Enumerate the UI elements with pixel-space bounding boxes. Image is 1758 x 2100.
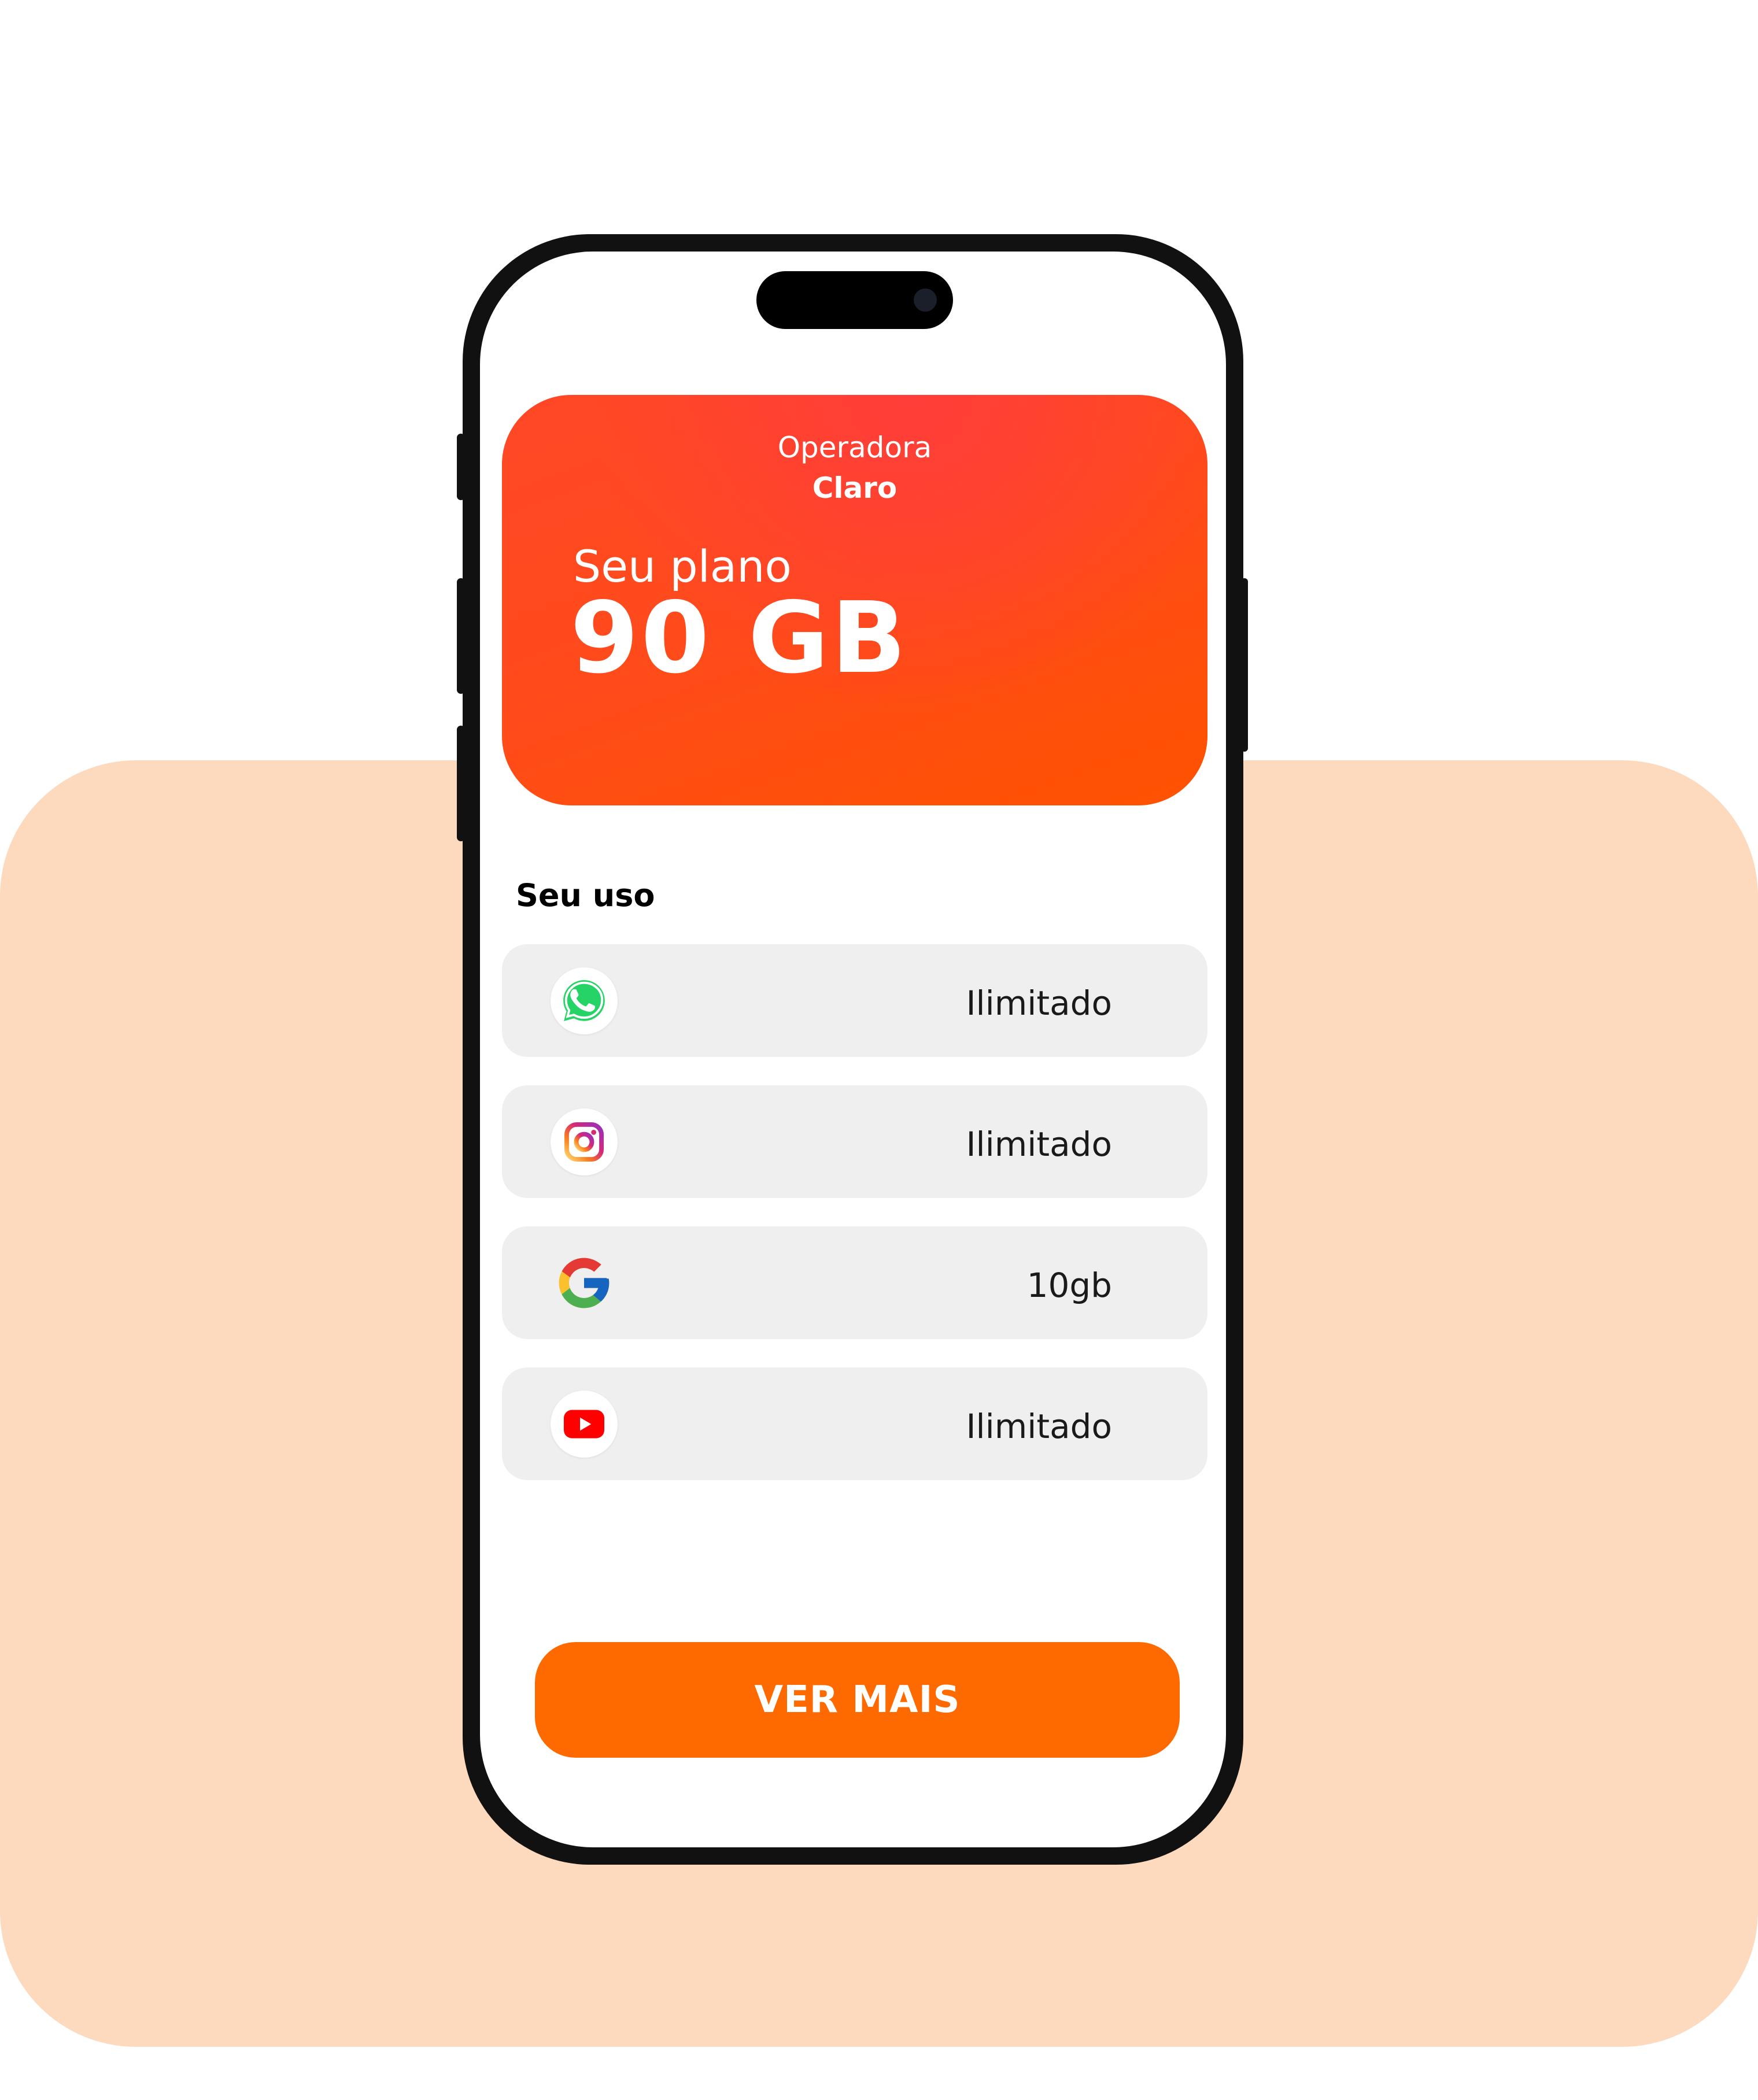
youtube-icon xyxy=(551,1391,618,1458)
usage-row-youtube[interactable]: Ilimitado xyxy=(502,1367,1207,1480)
usage-row-google[interactable]: 10gb xyxy=(502,1226,1207,1339)
phone-screen: Operadora Claro Seu plano 90 GB Seu uso … xyxy=(480,252,1226,1847)
plan-value: 90 GB xyxy=(570,581,908,696)
camera-icon xyxy=(914,289,937,312)
phone-frame: Operadora Claro Seu plano 90 GB Seu uso … xyxy=(457,234,1248,1865)
phone-volume-down-button xyxy=(457,726,465,841)
operator-label: Operadora xyxy=(777,431,932,464)
instagram-icon xyxy=(551,1108,618,1175)
usage-value: Ilimitado xyxy=(966,984,1112,1023)
ver-mais-button[interactable]: VER MAIS xyxy=(535,1642,1180,1758)
usage-row-whatsapp[interactable]: Ilimitado xyxy=(502,944,1207,1057)
usage-value: Ilimitado xyxy=(966,1125,1112,1164)
stage: Operadora Claro Seu plano 90 GB Seu uso … xyxy=(0,0,1758,2100)
google-icon xyxy=(551,1249,618,1317)
usage-value: 10gb xyxy=(1026,1266,1112,1305)
usage-row-instagram[interactable]: Ilimitado xyxy=(502,1085,1207,1198)
whatsapp-icon xyxy=(551,967,618,1034)
usage-value: Ilimitado xyxy=(966,1407,1112,1446)
usage-title: Seu uso xyxy=(516,877,655,914)
dynamic-island xyxy=(756,271,953,329)
phone-side-button xyxy=(457,434,465,500)
phone-volume-up-button xyxy=(457,578,465,694)
phone-power-button xyxy=(1241,578,1248,752)
plan-card[interactable]: Operadora Claro Seu plano 90 GB xyxy=(502,395,1207,805)
operator-name: Claro xyxy=(812,471,898,505)
